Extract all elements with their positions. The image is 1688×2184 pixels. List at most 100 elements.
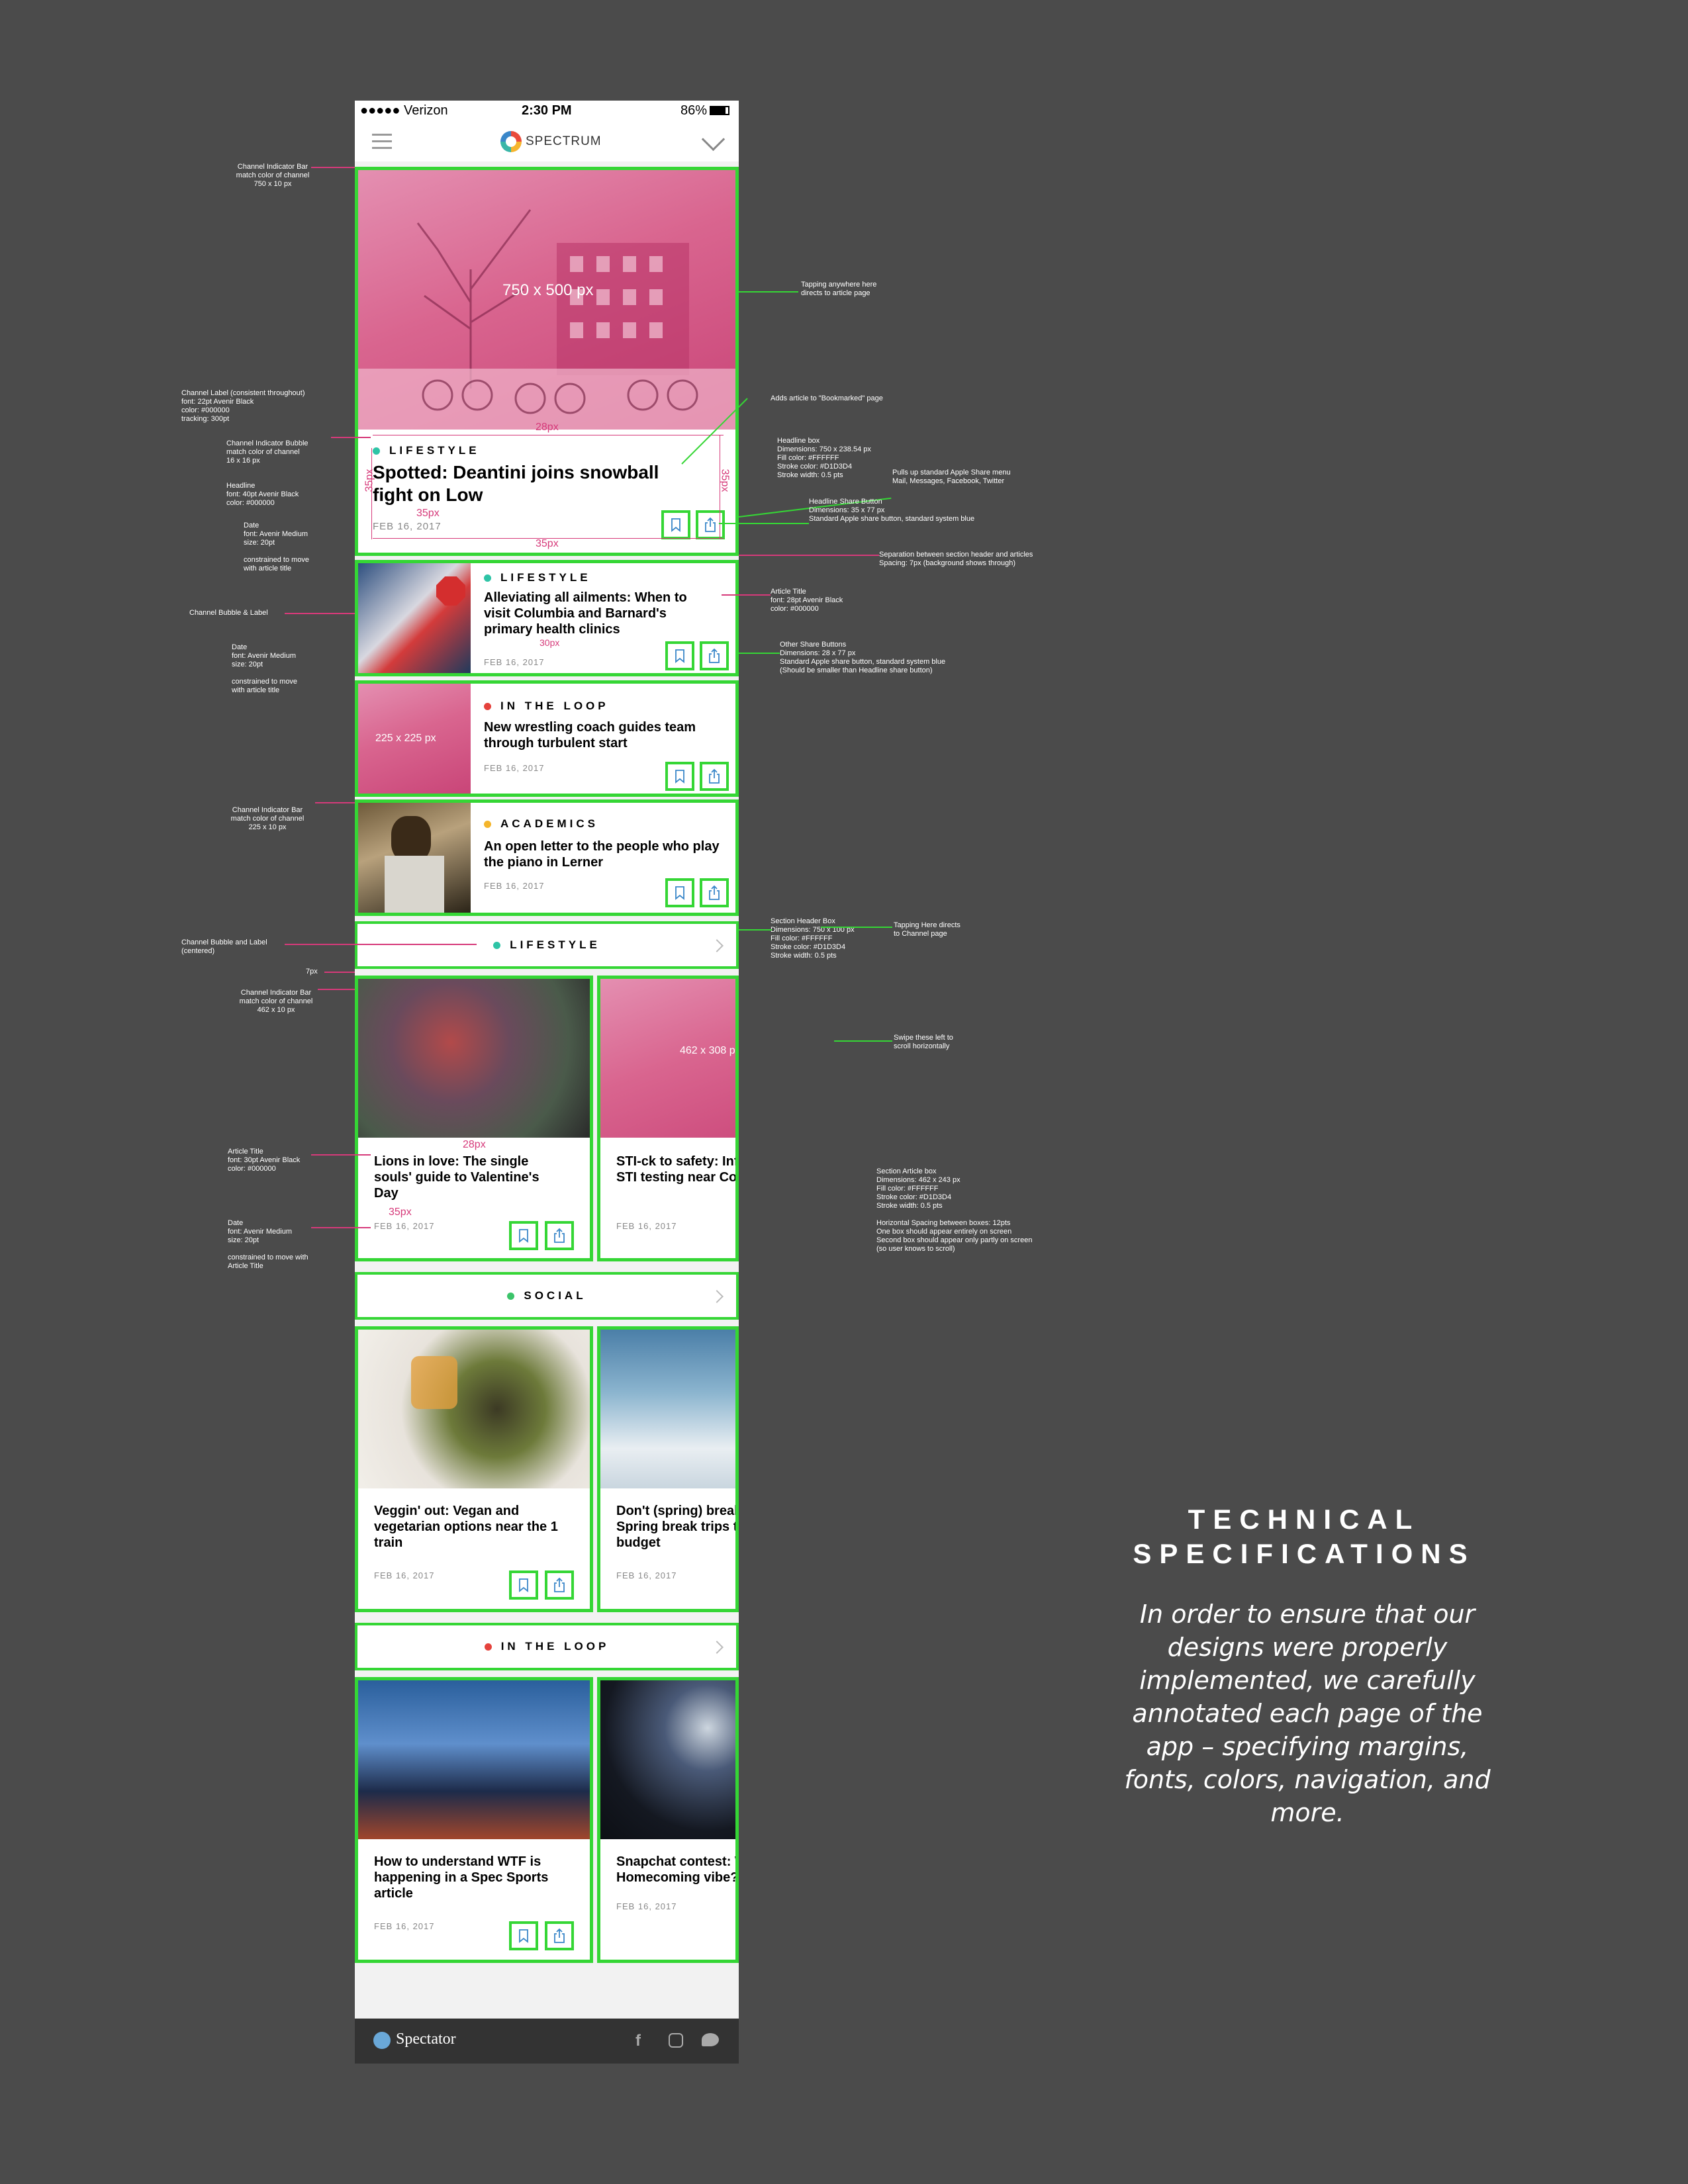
card-title[interactable]: STI-ck to safety: Info for free STI test… bbox=[616, 1154, 735, 1185]
bookmark-icon bbox=[519, 1229, 528, 1243]
section-card[interactable]: Snapchat contest: What's your Homecoming… bbox=[597, 1677, 739, 1963]
footer-brand[interactable]: Spectator bbox=[396, 2030, 456, 2048]
instagram-icon[interactable] bbox=[669, 2033, 683, 2048]
share-icon bbox=[554, 1228, 565, 1243]
card-title[interactable]: Snapchat contest: What's your Homecoming… bbox=[616, 1854, 735, 1886]
article-title[interactable]: Alleviating all ailments: When to visit … bbox=[484, 590, 716, 637]
section-card[interactable]: How to understand WTF is happening in a … bbox=[355, 1677, 593, 1963]
annotation: Separation between section header and ar… bbox=[879, 551, 1033, 567]
section-header-social[interactable]: SOCIAL bbox=[355, 1272, 739, 1320]
annotation: Channel Indicator Bar match color of cha… bbox=[239, 989, 313, 1014]
channel-label: LIFESTYLE bbox=[373, 444, 480, 457]
channel-bubble bbox=[484, 702, 491, 710]
annotation: Section Article box Dimensions: 462 x 24… bbox=[876, 1167, 1033, 1253]
share-icon bbox=[554, 1928, 565, 1943]
share-button[interactable] bbox=[545, 1221, 574, 1250]
article-thumbnail bbox=[358, 563, 471, 673]
carrier: ●●●●● Verizon bbox=[360, 103, 448, 118]
clock: 2:30 PM bbox=[522, 103, 572, 118]
channel-name: ACADEMICS bbox=[500, 817, 598, 830]
chevron-down-icon[interactable] bbox=[701, 127, 726, 152]
card-title[interactable]: Veggin' out: Vegan and vegetarian option… bbox=[374, 1503, 573, 1551]
annotation: Channel Indicator Bar match color of cha… bbox=[230, 806, 305, 831]
section-card[interactable]: 462 x 308 px STI-ck to safety: Info for … bbox=[597, 976, 739, 1261]
channel-label: LIFESTYLE bbox=[493, 938, 600, 952]
bookmark-button[interactable] bbox=[665, 641, 694, 670]
section-card[interactable]: Don't (spring) break the bank: Spring br… bbox=[597, 1326, 739, 1612]
section-card[interactable]: Veggin' out: Vegan and vegetarian option… bbox=[355, 1326, 593, 1612]
bookmark-button[interactable] bbox=[509, 1570, 538, 1600]
bookmark-button[interactable] bbox=[509, 1221, 538, 1250]
annotation: Tapping anywhere here directs to article… bbox=[801, 281, 877, 297]
card-title[interactable]: How to understand WTF is happening in a … bbox=[374, 1854, 573, 1901]
article-row[interactable]: LIFESTYLE Alleviating all ailments: When… bbox=[355, 560, 739, 676]
share-button[interactable] bbox=[700, 878, 729, 907]
article-title[interactable]: An open letter to the people who play th… bbox=[484, 839, 722, 870]
snow-campus-illustration bbox=[358, 209, 735, 430]
headline-image: 750 x 500 px bbox=[358, 170, 735, 430]
leader-line bbox=[315, 802, 355, 803]
image-size-label: 750 x 500 px bbox=[502, 281, 594, 299]
share-icon bbox=[709, 885, 720, 900]
bookmark-button[interactable] bbox=[665, 878, 694, 907]
spec-body: In order to ensure that our designs were… bbox=[1124, 1600, 1491, 1827]
headline-card[interactable]: 750 x 500 px LIFESTYLE Spotted: Deantini… bbox=[355, 167, 739, 556]
share-button[interactable] bbox=[700, 762, 729, 791]
channel-name: LIFESTYLE bbox=[500, 571, 591, 584]
annotation: Article Title font: 30pt Avenir Black co… bbox=[228, 1148, 301, 1173]
bookmark-icon bbox=[675, 649, 684, 663]
channel-name: SOCIAL bbox=[524, 1289, 586, 1302]
card-date: FEB 16, 2017 bbox=[616, 1570, 677, 1580]
facebook-icon[interactable]: f bbox=[635, 2032, 641, 2050]
article-row[interactable]: 225 x 225 px IN THE LOOP New wrestling c… bbox=[355, 680, 739, 797]
card-title[interactable]: Lions in love: The single souls' guide t… bbox=[374, 1154, 566, 1201]
article-thumbnail: 225 x 225 px bbox=[358, 684, 471, 794]
card-date: FEB 16, 2017 bbox=[616, 1901, 677, 1911]
spectator-logo-icon bbox=[373, 2032, 391, 2049]
channel-bubble bbox=[507, 1292, 515, 1300]
spectrum-logo-icon bbox=[500, 131, 522, 152]
article-title[interactable]: New wrestling coach guides team through … bbox=[484, 719, 722, 751]
share-icon bbox=[554, 1577, 565, 1592]
section-card[interactable]: Lions in love: The single souls' guide t… bbox=[355, 976, 593, 1261]
bookmark-button[interactable] bbox=[661, 510, 690, 539]
spec-heading: TECHNICAL SPECIFICATIONS bbox=[1133, 1504, 1476, 1569]
twitter-icon[interactable] bbox=[702, 2033, 719, 2046]
share-icon bbox=[709, 768, 720, 784]
channel-label: IN THE LOOP bbox=[484, 700, 609, 713]
card-image bbox=[600, 1330, 735, 1488]
section-header-lifestyle[interactable]: LIFESTYLE bbox=[355, 921, 739, 969]
margin-measure: 30px bbox=[539, 637, 560, 648]
footer: Spectator f bbox=[355, 2019, 739, 2064]
margin-measure: 35px bbox=[416, 508, 440, 519]
headline-title[interactable]: Spotted: Deantini joins snowball fight o… bbox=[373, 461, 704, 506]
channel-name: LIFESTYLE bbox=[510, 938, 600, 951]
margin-measure: 35px bbox=[719, 469, 731, 492]
spectrum-logo[interactable]: SPECTRUM bbox=[500, 130, 602, 154]
margin-measure: 28px bbox=[463, 1139, 486, 1150]
article-date: FEB 16, 2017 bbox=[484, 657, 545, 667]
headline-date: FEB 16, 2017 bbox=[373, 521, 442, 532]
share-button[interactable] bbox=[545, 1921, 574, 1950]
bookmark-button[interactable] bbox=[509, 1921, 538, 1950]
channel-label: IN THE LOOP bbox=[484, 1640, 610, 1653]
section-header-in-the-loop[interactable]: IN THE LOOP bbox=[355, 1623, 739, 1670]
share-button[interactable] bbox=[700, 641, 729, 670]
annotation: Headline Share Button Dimensions: 35 x 7… bbox=[809, 498, 975, 523]
annotation: Section Header Box Dimensions: 750 x 100… bbox=[771, 917, 855, 960]
card-title[interactable]: Don't (spring) break the bank: Spring br… bbox=[616, 1503, 735, 1551]
bookmark-button[interactable] bbox=[665, 762, 694, 791]
leader-line bbox=[324, 972, 355, 973]
chevron-right-icon bbox=[710, 939, 724, 952]
share-button[interactable] bbox=[545, 1570, 574, 1600]
battery-percent: 86% bbox=[680, 103, 708, 118]
leader-line bbox=[311, 167, 355, 168]
leader-line bbox=[821, 927, 892, 928]
article-row[interactable]: ACADEMICS An open letter to the people w… bbox=[355, 799, 739, 916]
leader-line bbox=[311, 1227, 371, 1228]
article-thumbnail bbox=[358, 803, 471, 913]
hamburger-icon[interactable] bbox=[372, 134, 392, 150]
share-button[interactable] bbox=[696, 510, 725, 539]
channel-bubble bbox=[493, 941, 501, 949]
annotation: Adds article to "Bookmarked" page bbox=[771, 394, 883, 402]
